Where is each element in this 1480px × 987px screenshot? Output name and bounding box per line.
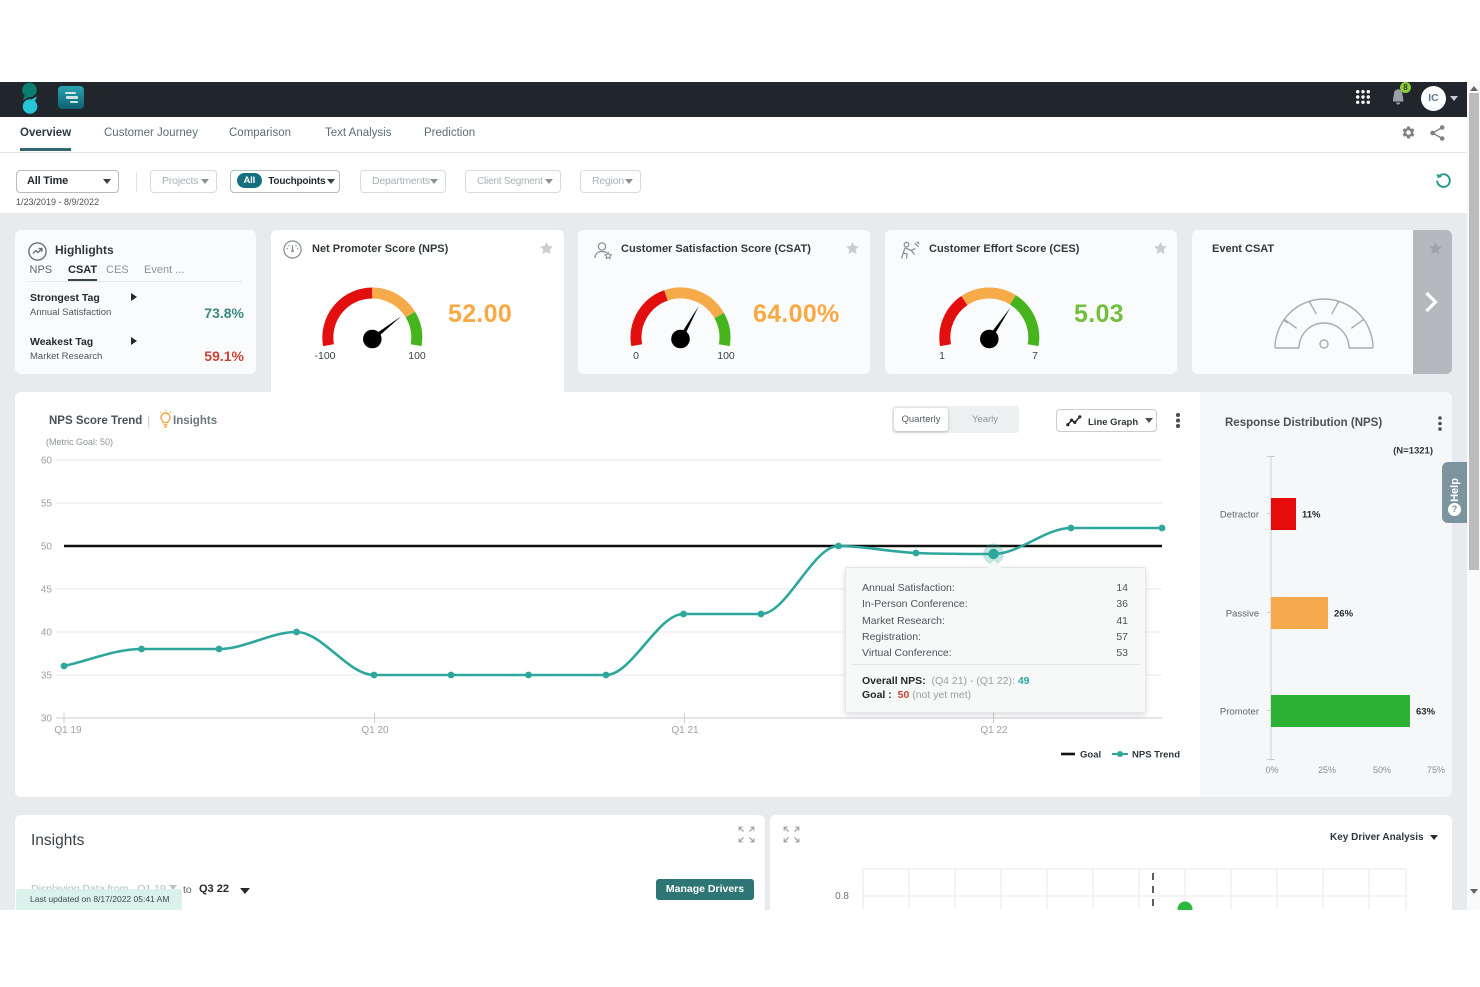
svg-text:50%: 50% <box>1373 765 1391 775</box>
svg-text:0.8: 0.8 <box>835 891 849 902</box>
svg-text:55: 55 <box>41 499 53 510</box>
svg-text:26%: 26% <box>1334 609 1354 620</box>
svg-text:25%: 25% <box>1318 765 1336 775</box>
svg-text:40: 40 <box>41 628 53 639</box>
svg-text:Response Distribution (NPS): Response Distribution (NPS) <box>1225 417 1382 429</box>
svg-text:Q1 22: Q1 22 <box>980 725 1008 736</box>
svg-text:Q1 21: Q1 21 <box>671 725 699 736</box>
svg-text:Q1 20: Q1 20 <box>361 725 389 736</box>
svg-text:30: 30 <box>41 714 53 725</box>
svg-text:NPS Trend: NPS Trend <box>1132 750 1180 761</box>
svg-text:50: 50 <box>41 542 53 553</box>
svg-text:Goal: Goal <box>1080 750 1101 761</box>
svg-text:35: 35 <box>41 671 53 682</box>
svg-text:Passive: Passive <box>1226 609 1259 620</box>
svg-text:63%: 63% <box>1416 707 1436 718</box>
svg-text:45: 45 <box>41 585 53 596</box>
svg-text:75%: 75% <box>1427 765 1445 775</box>
svg-text:60: 60 <box>41 456 53 467</box>
svg-text:Promoter: Promoter <box>1220 707 1259 718</box>
svg-text:Q1 19: Q1 19 <box>54 725 82 736</box>
svg-text:Detractor: Detractor <box>1220 510 1259 521</box>
svg-text:11%: 11% <box>1302 510 1321 521</box>
svg-text:0%: 0% <box>1265 765 1278 775</box>
svg-text:(N=1321): (N=1321) <box>1393 446 1433 457</box>
